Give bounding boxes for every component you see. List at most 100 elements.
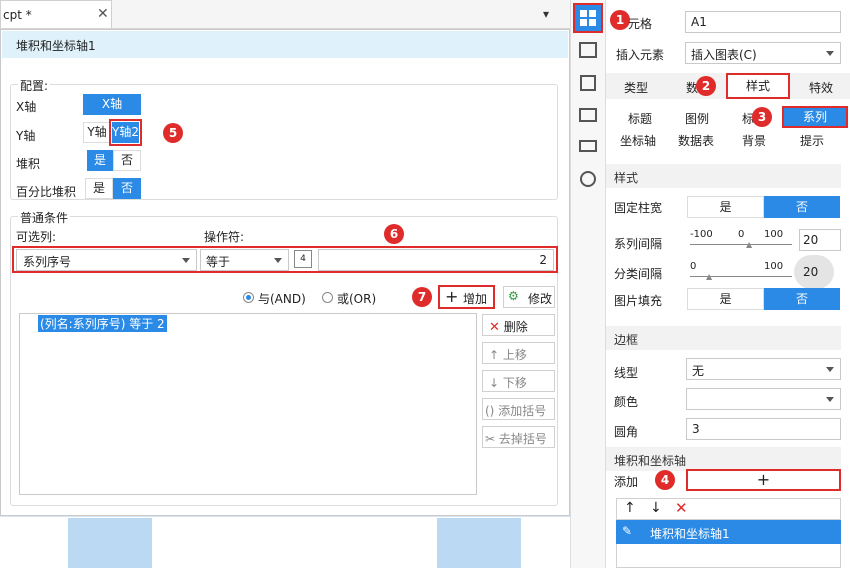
main-tabs: 类型 数 2 样式 特效 [606, 73, 850, 99]
widget-icon[interactable] [579, 108, 597, 122]
subtab-series[interactable]: 系列 [782, 106, 848, 128]
border-section-header[interactable]: 边框 [606, 326, 841, 350]
and-radio[interactable] [243, 292, 254, 303]
stack-list-empty [616, 544, 841, 568]
remove-paren-icon: ✂ [485, 432, 496, 446]
series-gap-stepper[interactable]: 20 [799, 229, 841, 251]
subtab-tooltip[interactable]: 提示 [800, 132, 824, 149]
column-select-value: 系列序号 [23, 255, 72, 269]
property-panel: 1 元格 A1 插入元素 插入图表(C) 类型 数 2 样式 特效 标题 图例 … [606, 0, 850, 568]
value-type-icon[interactable]: 4 [294, 250, 312, 268]
cell-info-icon[interactable] [579, 42, 597, 58]
chevron-down-icon [182, 258, 190, 263]
percent-no-button[interactable]: 否 [113, 178, 141, 199]
close-icon[interactable]: ✕ [97, 6, 109, 22]
chevron-down-icon [274, 258, 282, 263]
line-type-value: 无 [692, 364, 705, 378]
line-type-label: 线型 [614, 366, 639, 380]
or-radio[interactable] [322, 292, 333, 303]
dialog-title: 堆积和坐标轴1 [2, 31, 568, 58]
subtab-background[interactable]: 背景 [742, 132, 766, 149]
stack-section-header[interactable]: 堆积和坐标轴 [606, 447, 841, 471]
chevron-down-icon [826, 51, 834, 56]
move-up-label: 上移 [502, 348, 527, 362]
tab-style[interactable]: 样式 [726, 73, 790, 99]
radius-value: 3 [692, 422, 700, 436]
cell-label: 元格 [628, 17, 653, 31]
plus-icon: + [445, 287, 459, 306]
stack-section-title: 堆积和坐标轴 [614, 454, 687, 468]
operator-select[interactable]: 等于 [200, 249, 289, 271]
stack-toolbar: ↑ ↓ ✕ [616, 498, 841, 520]
series-gap-thumb[interactable]: ▲ [746, 240, 752, 249]
arrow-up-icon: ↑ [489, 348, 500, 362]
file-tab[interactable]: cpt * ✕ [0, 0, 112, 28]
icon-toolbar [570, 0, 606, 568]
chevron-down-icon [826, 397, 834, 402]
edit-pencil-icon: ✎ [622, 524, 633, 538]
cell-element-icon[interactable] [573, 3, 603, 33]
file-tab-name: cpt * [3, 8, 32, 22]
y-axis-1-button[interactable]: Y轴 [83, 122, 111, 143]
percent-stack-label: 百分比堆积 [16, 185, 77, 199]
subtab-legend[interactable]: 图例 [685, 110, 709, 127]
condition-list[interactable]: (列名:系列序号) 等于 2 [19, 313, 477, 495]
value-input-text: 2 [539, 253, 547, 267]
y-axis-2-button[interactable]: Y轴2 [112, 122, 139, 143]
image-fill-yes[interactable]: 是 [687, 288, 764, 310]
line-type-select[interactable]: 无 [686, 358, 841, 380]
condition-list-item[interactable]: (列名:系列序号) 等于 2 [38, 315, 167, 332]
marker-4: 4 [655, 470, 675, 490]
subtab-axis[interactable]: 坐标轴 [620, 132, 656, 149]
column-select[interactable]: 系列序号 [16, 249, 197, 271]
radius-stepper[interactable]: 3 [686, 418, 841, 440]
series-gap-label: 系列间隔 [614, 237, 663, 251]
delete-button[interactable]: ✕ 删除 [482, 314, 555, 336]
fixed-width-no[interactable]: 否 [764, 196, 840, 218]
percent-yes-button[interactable]: 是 [85, 178, 113, 199]
move-down-button[interactable]: ↓ 下移 [482, 370, 555, 392]
move-up-button[interactable]: ↑ 上移 [482, 342, 555, 364]
paren-icon: () [485, 404, 495, 418]
value-input[interactable]: 2 [318, 249, 554, 271]
marker-5: 5 [163, 123, 183, 143]
tab-type[interactable]: 类型 [624, 79, 648, 96]
arrow-up-icon[interactable]: ↑ [624, 500, 636, 516]
add-stack-button[interactable]: + [686, 469, 841, 491]
color-select[interactable] [686, 388, 841, 410]
category-gap-thumb[interactable]: ▲ [706, 272, 712, 281]
stack-no-button[interactable]: 否 [113, 150, 141, 171]
crop-icon[interactable] [580, 75, 596, 91]
image-fill-no[interactable]: 否 [764, 288, 840, 310]
subtab-title[interactable]: 标题 [628, 110, 652, 127]
cell-input[interactable]: A1 [685, 11, 841, 33]
style-section-header[interactable]: 样式 [606, 164, 841, 188]
add-button[interactable]: + 增加 [438, 285, 495, 309]
sheet-grid [0, 516, 570, 568]
insert-element-select[interactable]: 插入图表(C) [685, 42, 841, 64]
cell-input-value: A1 [691, 15, 707, 29]
series-gap-slider[interactable] [690, 244, 792, 245]
stack-item[interactable]: ✎ 堆积和坐标轴1 [616, 520, 841, 544]
category-gap-value[interactable]: 20 [803, 265, 818, 279]
delete-button-label: 删除 [503, 320, 528, 334]
tab-effects[interactable]: 特效 [809, 79, 833, 96]
stack-item-label: 堆积和坐标轴1 [650, 527, 730, 541]
condition-dialog: 堆积和坐标轴1 配置: X轴 X轴 Y轴 Y轴 Y轴2 5 堆积 是 否 百分比… [0, 29, 570, 516]
arrow-down-icon[interactable]: ↓ [650, 500, 662, 516]
x-axis-select[interactable]: X轴 [83, 94, 141, 115]
operator-label: 操作符: [204, 230, 245, 244]
stack-yes-button[interactable]: 是 [87, 150, 113, 171]
list-icon[interactable] [579, 140, 597, 152]
fixed-width-yes[interactable]: 是 [687, 196, 764, 218]
marker-7: 7 [412, 287, 432, 307]
edit-button[interactable]: ⚙ 修改 [503, 286, 555, 308]
delete-icon[interactable]: ✕ [675, 499, 688, 517]
remove-paren-button[interactable]: ✂ 去掉括号 [482, 426, 555, 448]
and-label: 与(AND) [258, 292, 306, 306]
link-icon[interactable] [580, 171, 596, 187]
add-paren-button[interactable]: () 添加括号 [482, 398, 555, 420]
subtab-datatable[interactable]: 数据表 [678, 132, 714, 149]
menu-dropdown-icon[interactable]: ▾ [543, 7, 549, 21]
border-section-title: 边框 [614, 333, 639, 347]
